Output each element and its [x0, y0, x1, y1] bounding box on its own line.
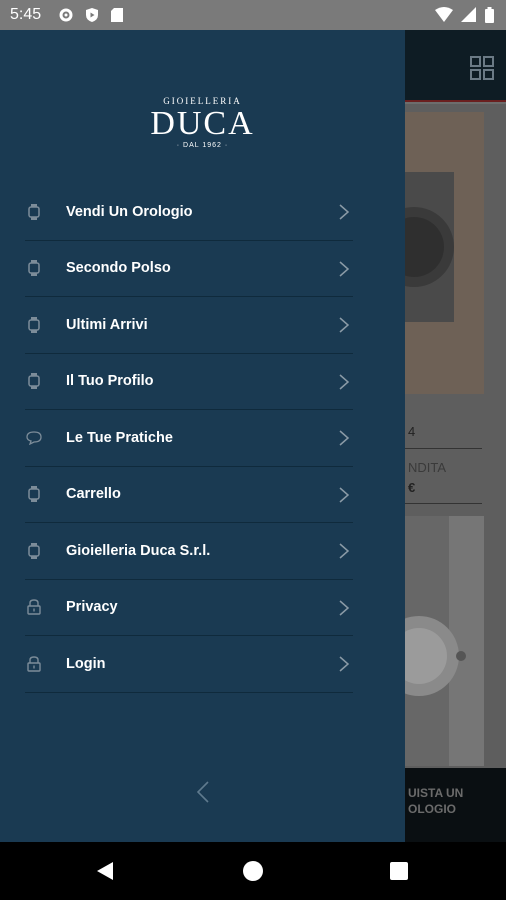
status-notification-icons	[58, 7, 124, 23]
product-ref: 4	[408, 424, 416, 439]
grid-view-icon[interactable]	[470, 56, 494, 80]
watch-image	[374, 172, 454, 322]
chevron-right-icon	[339, 373, 350, 390]
status-bar: 5:45	[0, 0, 506, 30]
shield-play-icon	[86, 8, 98, 22]
watch-image	[379, 516, 466, 766]
cta-line-2: OLOGIO	[408, 802, 456, 816]
menu-item-label: Vendi Un Orologio	[66, 203, 193, 220]
menu-item-label: Ultimi Arrivi	[66, 316, 148, 333]
menu-item-le-tue-pratiche[interactable]: Le Tue Pratiche	[25, 410, 353, 467]
logo-line-2: DUCA	[150, 105, 255, 142]
watch-icon	[26, 260, 42, 277]
menu-item-vendi-un-orologio[interactable]: Vendi Un Orologio	[25, 184, 353, 241]
brand-logo: GIOIELLERIA DUCA · DAL 1962 ·	[0, 96, 405, 149]
product-card-image[interactable]	[379, 516, 484, 766]
lock-icon	[26, 599, 42, 615]
recents-square-icon[interactable]	[390, 862, 408, 880]
status-system-icons	[435, 7, 494, 23]
menu-item-label: Privacy	[66, 599, 118, 616]
home-circle-icon[interactable]	[243, 861, 263, 881]
menu-item-label: Le Tue Pratiche	[66, 429, 173, 446]
product-price: €	[408, 480, 416, 495]
menu-item-il-tuo-profilo[interactable]: Il Tuo Profilo	[25, 354, 353, 410]
card-divider	[404, 503, 482, 504]
cta-line-1: UISTA UN	[408, 786, 464, 800]
menu-item-label: Il Tuo Profilo	[66, 373, 154, 390]
chevron-right-icon	[339, 204, 350, 220]
card-divider	[404, 448, 482, 449]
chevron-right-icon	[339, 599, 350, 616]
logo-line-3: · DAL 1962 ·	[176, 142, 229, 149]
navigation-drawer: GIOIELLERIA DUCA · DAL 1962 · Vendi Un O…	[0, 30, 405, 842]
back-triangle-icon[interactable]	[96, 861, 114, 881]
close-drawer-chevron-icon[interactable]	[193, 780, 213, 804]
menu-item-login[interactable]: Login	[25, 636, 353, 693]
watch-icon	[26, 203, 42, 220]
menu-item-label: Login	[66, 655, 106, 672]
menu-item-carrello[interactable]: Carrello	[25, 467, 353, 523]
battery-icon	[485, 7, 494, 23]
watch-icon	[26, 542, 42, 559]
chat-bubble-icon	[26, 430, 42, 446]
watch-icon	[26, 486, 42, 503]
chevron-right-icon	[339, 486, 350, 503]
chevron-right-icon	[339, 317, 350, 333]
chevron-right-icon	[339, 260, 350, 277]
menu-item-secondo-polso[interactable]: Secondo Polso	[25, 241, 353, 297]
menu-item-label: Gioielleria Duca S.r.l.	[66, 542, 211, 559]
menu-item-ultimi-arrivi[interactable]: Ultimi Arrivi	[25, 297, 353, 354]
watch-icon	[26, 373, 42, 390]
menu-item-gioielleria-duca[interactable]: Gioielleria Duca S.r.l.	[25, 523, 353, 580]
settings-icon	[59, 8, 73, 22]
wifi-icon	[435, 7, 453, 22]
chevron-right-icon	[339, 543, 350, 559]
drawer-menu: Vendi Un Orologio Secondo Polso Ultimi A…	[25, 184, 353, 693]
chevron-right-icon	[339, 430, 350, 446]
signal-icon	[461, 7, 476, 22]
product-card-image[interactable]	[374, 112, 484, 394]
lock-icon	[26, 656, 42, 672]
product-status: NDITA	[408, 460, 447, 475]
watch-icon	[26, 316, 42, 333]
menu-item-label: Carrello	[66, 486, 121, 503]
chevron-right-icon	[339, 656, 350, 672]
status-time: 5:45	[10, 6, 42, 23]
menu-item-privacy[interactable]: Privacy	[25, 580, 353, 636]
sd-card-icon	[111, 8, 123, 22]
menu-item-label: Secondo Polso	[66, 260, 171, 277]
system-navigation-bar	[0, 842, 506, 900]
